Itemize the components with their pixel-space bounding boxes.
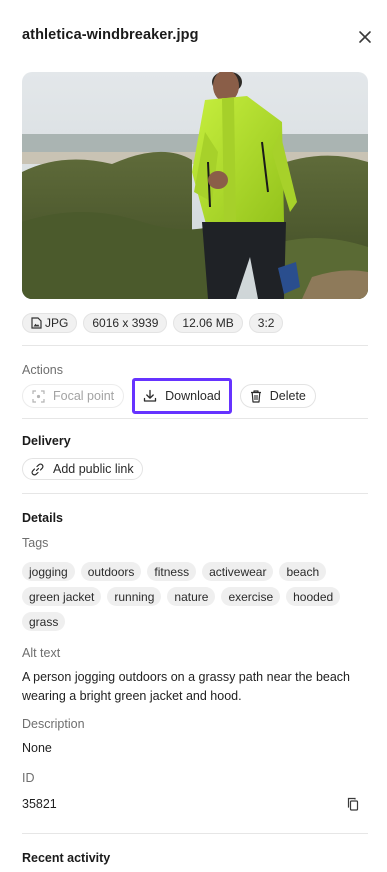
download-icon [144, 389, 157, 402]
panel-header: athletica-windbreaker.jpg [22, 26, 372, 48]
image-file-icon [31, 317, 42, 329]
file-size-chip: 12.06 MB [173, 313, 243, 333]
description-value: None [22, 741, 52, 755]
format-chip: JPG [22, 313, 78, 333]
close-icon[interactable] [358, 30, 372, 44]
alt-text-value: A person jogging outdoors on a grassy pa… [22, 670, 351, 703]
delivery-title: Delivery [22, 434, 71, 448]
link-icon [31, 463, 44, 475]
actions-label: Actions [22, 363, 63, 377]
image-preview[interactable] [22, 72, 368, 299]
tag-chip[interactable]: activewear [202, 562, 274, 581]
add-public-link-label: Add public link [53, 462, 134, 476]
actions-row: Focal point Download Delete [22, 378, 316, 414]
trash-icon [250, 389, 261, 403]
divider [22, 345, 368, 346]
aspect-ratio-chip: 3:2 [248, 313, 284, 333]
tag-chip[interactable]: outdoors [80, 562, 142, 581]
delete-button[interactable]: Delete [239, 384, 316, 408]
divider [22, 833, 368, 834]
tag-chip[interactable]: fitness [147, 562, 197, 581]
tag-chip[interactable]: hooded [286, 587, 341, 606]
tag-chip[interactable]: nature [167, 587, 216, 606]
details-title: Details [22, 511, 63, 525]
dimensions-chip: 6016 x 3939 [83, 313, 168, 333]
tag-chip[interactable]: green jacket [22, 587, 102, 606]
tags-label: Tags [22, 536, 49, 550]
recent-activity-title: Recent activity [22, 851, 111, 865]
focal-point-button[interactable]: Focal point [22, 384, 125, 408]
delete-label: Delete [269, 389, 306, 403]
asset-details-panel: athletica-windbreaker.jpg JPG 6016 x 393… [0, 0, 387, 872]
tag-chip[interactable]: beach [279, 562, 327, 581]
format-text: JPG [45, 316, 69, 330]
jogger-photo [22, 72, 368, 299]
file-name-title: athletica-windbreaker.jpg [22, 27, 199, 43]
download-label: Download [165, 389, 221, 403]
tag-chip[interactable]: grass [22, 612, 66, 631]
download-button[interactable]: Download [132, 378, 232, 414]
id-value: 35821 [22, 797, 57, 811]
tags-list: jogging outdoors fitness activewear beach gre… [22, 562, 368, 631]
description-label: Description [22, 717, 85, 731]
copy-icon[interactable] [346, 797, 360, 811]
divider [22, 493, 368, 494]
divider [22, 418, 368, 419]
id-label: ID [22, 771, 35, 785]
alt-text-label: Alt text [22, 646, 61, 660]
tag-chip[interactable]: running [107, 587, 162, 606]
focal-point-label: Focal point [53, 389, 115, 403]
focal-point-icon [32, 389, 45, 403]
tag-chip[interactable]: jogging [22, 562, 75, 581]
tag-chip[interactable]: exercise [221, 587, 281, 606]
add-public-link-button[interactable]: Add public link [22, 458, 143, 480]
file-metadata: JPG 6016 x 3939 12.06 MB 3:2 [22, 313, 284, 333]
